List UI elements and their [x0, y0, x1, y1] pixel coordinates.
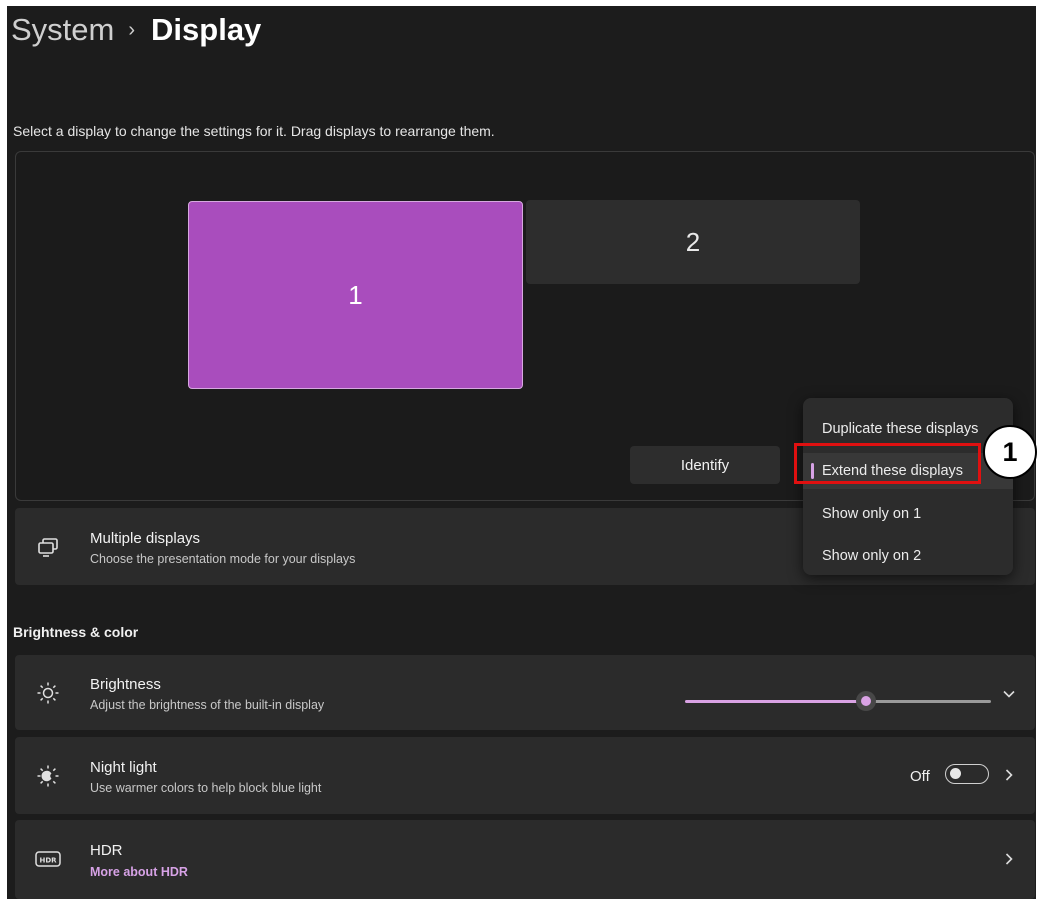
multiple-displays-title: Multiple displays [90, 530, 201, 547]
annotation-number-badge: 1 [983, 425, 1037, 479]
brightness-icon [35, 680, 61, 706]
breadcrumb: System › Display [11, 10, 261, 50]
night-light-title: Night light [90, 759, 157, 776]
night-light-card[interactable]: Night light Use warmer colors to help bl… [15, 737, 1035, 814]
brightness-subtitle: Adjust the brightness of the built-in di… [90, 698, 325, 712]
display-1-tile[interactable]: 1 [188, 201, 523, 389]
brightness-title: Brightness [90, 676, 161, 693]
hdr-icon-text: HDR [39, 856, 57, 864]
chevron-down-icon[interactable] [1001, 686, 1017, 702]
brightness-slider[interactable] [685, 691, 991, 711]
brightness-card: Brightness Adjust the brightness of the … [15, 655, 1035, 730]
brightness-slider-track [867, 700, 991, 703]
display-1-label: 1 [348, 279, 363, 310]
hdr-more-link[interactable]: More about HDR [90, 865, 188, 879]
identify-button[interactable]: Identify [630, 446, 780, 484]
night-light-icon [35, 763, 61, 789]
night-light-subtitle: Use warmer colors to help block blue lig… [90, 781, 322, 795]
annotation-highlight-box [794, 443, 981, 484]
brightness-slider-fill [685, 700, 867, 703]
night-light-toggle[interactable] [945, 764, 989, 784]
display-2-tile[interactable]: 2 [526, 200, 860, 284]
multiple-displays-icon [35, 534, 61, 560]
section-brightness-color: Brightness & color [13, 624, 139, 640]
brightness-slider-thumb[interactable] [856, 691, 876, 711]
breadcrumb-system[interactable]: System [11, 12, 114, 48]
hdr-icon: HDR [35, 846, 61, 872]
arrange-instructions: Select a display to change the settings … [13, 123, 495, 139]
chevron-right-icon[interactable] [1001, 851, 1017, 867]
breadcrumb-separator: › [128, 18, 136, 41]
page-title: Display [151, 12, 262, 47]
multiple-displays-subtitle: Choose the presentation mode for your di… [90, 552, 356, 566]
menu-item-show-only-2[interactable]: Show only on 2 [803, 538, 1013, 574]
chevron-right-icon[interactable] [1001, 767, 1017, 783]
menu-item-label: Show only on 2 [822, 548, 922, 564]
menu-item-duplicate[interactable]: Duplicate these displays [803, 411, 1013, 447]
menu-item-show-only-1[interactable]: Show only on 1 [803, 496, 1013, 532]
presentation-mode-menu: Duplicate these displays Extend these di… [803, 398, 1013, 575]
night-light-state: Off [910, 768, 930, 785]
display-2-label: 2 [685, 226, 701, 257]
menu-item-label: Duplicate these displays [822, 421, 979, 437]
hdr-title: HDR [90, 842, 123, 859]
hdr-card[interactable]: HDR HDR More about HDR [15, 820, 1035, 899]
menu-item-label: Show only on 1 [822, 506, 922, 522]
night-light-toggle-knob [950, 768, 961, 779]
